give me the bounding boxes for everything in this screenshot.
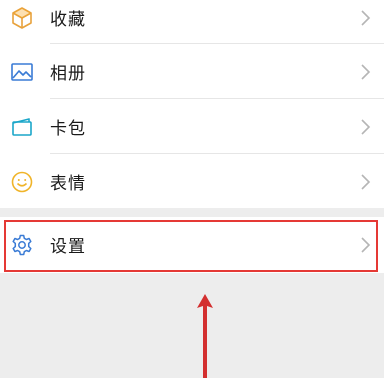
favorites-cube-icon: [10, 6, 34, 30]
menu-item-label: 收藏: [50, 10, 86, 30]
menu-group-main: 收藏 相册 卡包 表情: [0, 0, 384, 208]
chevron-right-icon: [358, 9, 372, 27]
sticker-smiley-icon: [10, 170, 34, 194]
menu-item-label: 卡包: [50, 119, 86, 139]
menu-item-favorites[interactable]: 收藏: [0, 0, 384, 45]
chevron-right-icon: [358, 173, 372, 191]
menu-item-stickers[interactable]: 表情: [0, 154, 384, 209]
chevron-right-icon: [358, 118, 372, 136]
menu-item-label: 相册: [50, 64, 86, 84]
arrow-up-icon: [197, 294, 213, 378]
chevron-right-icon: [358, 63, 372, 81]
card-wallet-icon: [10, 115, 34, 139]
menu-item-album[interactable]: 相册: [0, 44, 384, 99]
menu-item-card-wallet[interactable]: 卡包: [0, 99, 384, 154]
highlight-box: [4, 220, 378, 272]
menu-item-label: 表情: [50, 174, 86, 194]
album-picture-icon: [10, 60, 34, 84]
